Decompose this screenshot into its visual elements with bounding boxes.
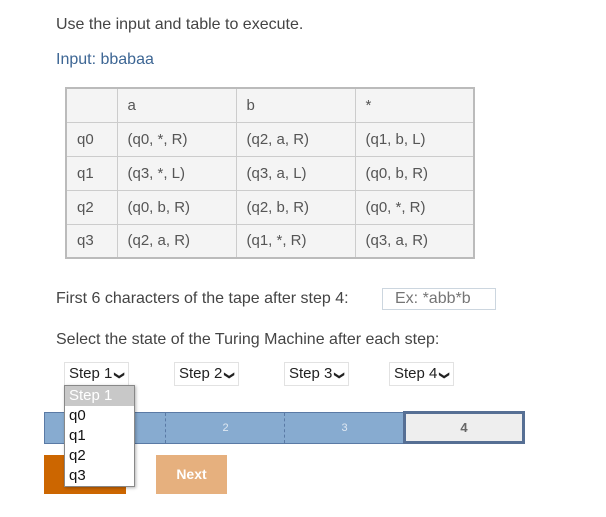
step-3-select[interactable]: Step 3 ❯ — [284, 362, 349, 386]
tape-answer-input[interactable] — [382, 288, 496, 310]
select-value: Step 1 — [69, 365, 113, 382]
cell: (q0, b, R) — [116, 189, 237, 225]
chevron-down-icon: ❯ — [224, 371, 236, 380]
cell: (q0, *, R) — [116, 121, 237, 157]
cell: (q0, *, R) — [354, 189, 475, 225]
chevron-down-icon: ❯ — [439, 371, 451, 380]
cell: (q3, a, L) — [235, 155, 356, 191]
cell: (q3, *, L) — [116, 155, 237, 191]
cell: (q2, a, R) — [235, 121, 356, 157]
chevron-down-icon: ❯ — [114, 371, 126, 380]
progress-segment-2[interactable]: 2 — [165, 413, 285, 443]
cell: (q0, b, R) — [354, 155, 475, 191]
tape-question: First 6 characters of the tape after ste… — [56, 290, 349, 307]
dropdown-option[interactable]: q3 — [65, 466, 134, 486]
table-row: q2 (q0, b, R) (q2, b, R) (q0, *, R) — [65, 189, 475, 225]
cell: q0 — [65, 121, 118, 157]
header-cell: * — [354, 87, 475, 123]
header-cell — [65, 87, 118, 123]
header-cell: a — [116, 87, 237, 123]
table-header-row: a b * — [65, 87, 475, 123]
instructions: Use the input and table to execute. — [56, 16, 304, 33]
next-button[interactable]: Next — [156, 455, 227, 494]
cell: (q1, *, R) — [235, 223, 356, 259]
progress-segment-3[interactable]: 3 — [284, 413, 404, 443]
chevron-down-icon: ❯ — [334, 371, 346, 380]
dropdown-option[interactable]: q0 — [65, 406, 134, 426]
cell: (q2, b, R) — [235, 189, 356, 225]
cell: (q2, a, R) — [116, 223, 237, 259]
step-1-select[interactable]: Step 1 ❯ — [64, 362, 129, 386]
cell: (q1, b, L) — [354, 121, 475, 157]
header-cell: b — [235, 87, 356, 123]
dropdown-option[interactable]: q2 — [65, 446, 134, 466]
select-value: Step 4 — [394, 365, 438, 382]
table-row: q0 (q0, *, R) (q2, a, R) (q1, b, L) — [65, 121, 475, 157]
step-2-select[interactable]: Step 2 ❯ — [174, 362, 239, 386]
state-question: Select the state of the Turing Machine a… — [56, 331, 440, 348]
input-string: Input: bbabaa — [56, 51, 154, 68]
progress-segment-4[interactable]: 4 — [403, 411, 525, 444]
step-4-select[interactable]: Step 4 ❯ — [389, 362, 454, 386]
dropdown-option[interactable]: Step 1 — [65, 386, 134, 406]
transition-table: a b * q0 (q0, *, R) (q2, a, R) (q1, b, L) q… — [65, 87, 475, 259]
select-value: Step 2 — [179, 365, 223, 382]
cell: q2 — [65, 189, 118, 225]
cell: (q3, a, R) — [354, 223, 475, 259]
table-row: q3 (q2, a, R) (q1, *, R) (q3, a, R) — [65, 223, 475, 259]
table-row: q1 (q3, *, L) (q3, a, L) (q0, b, R) — [65, 155, 475, 191]
cell: q1 — [65, 155, 118, 191]
cell: q3 — [65, 223, 118, 259]
dropdown-option[interactable]: q1 — [65, 426, 134, 446]
step-1-dropdown-list: Step 1 q0 q1 q2 q3 — [64, 385, 135, 487]
select-value: Step 3 — [289, 365, 333, 382]
